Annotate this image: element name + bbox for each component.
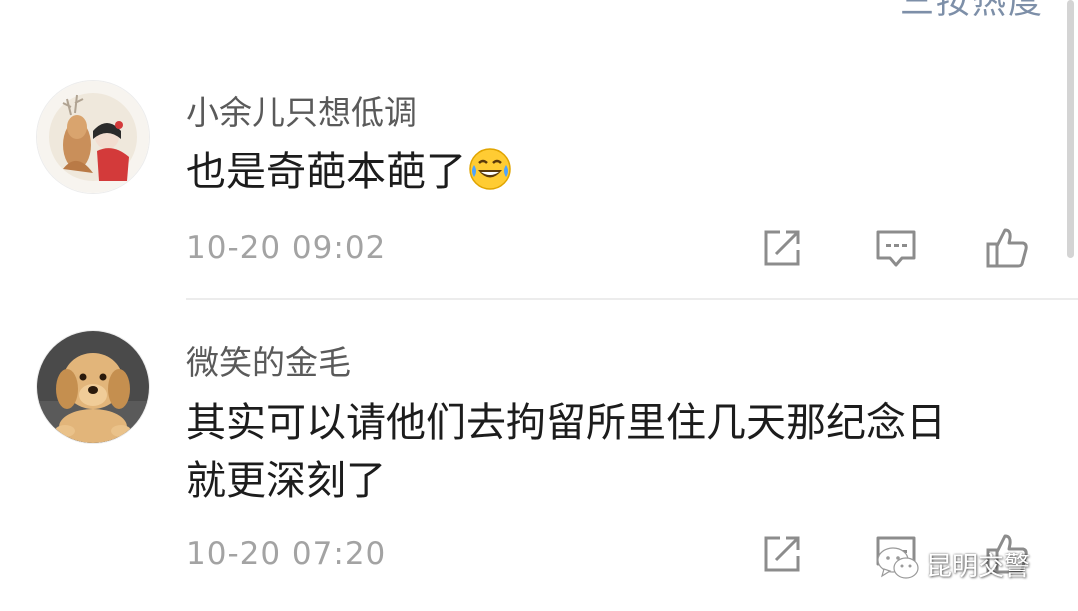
like-button[interactable] — [983, 224, 1031, 272]
avatar-deer-illustration — [37, 81, 149, 193]
comment-text: 其实可以请他们去拘留所里住几天那纪念日 就更深刻了 — [186, 394, 1046, 510]
watermark-text: 昆明交警 — [926, 551, 1031, 582]
wechat-icon — [877, 547, 919, 579]
account-watermark: 昆明交警 — [876, 542, 1030, 586]
share-button[interactable] — [758, 530, 806, 578]
comment-time: 10-20 09:02 — [186, 230, 387, 266]
share-icon — [764, 230, 800, 266]
laughing-crying-emoji-icon — [468, 147, 512, 207]
comment-feed: 三按热度 小余儿只想低调 也是奇葩本葩了 10-20 09:02 微笑的金毛 其… — [0, 0, 1078, 611]
comment-item: 小余儿只想低调 也是奇葩本葩了 10-20 09:02 — [0, 0, 1078, 300]
share-icon — [764, 536, 800, 572]
avatar-golden-retriever — [37, 331, 149, 443]
username[interactable]: 微笑的金毛 — [186, 336, 351, 384]
like-icon — [986, 228, 1028, 268]
comment-text: 也是奇葩本葩了 — [186, 143, 1046, 207]
comment-text-line: 也是奇葩本葩了 — [186, 149, 466, 195]
comment-text-line: 就更深刻了 — [186, 458, 386, 504]
comment-icon — [876, 230, 916, 267]
user-avatar[interactable] — [36, 330, 150, 444]
comment-button[interactable] — [872, 224, 920, 272]
share-button[interactable] — [758, 224, 806, 272]
username[interactable]: 小余儿只想低调 — [186, 86, 417, 134]
user-avatar[interactable] — [36, 80, 150, 194]
comment-time: 10-20 07:20 — [186, 536, 387, 572]
comment-text-line: 其实可以请他们去拘留所里住几天那纪念日 — [186, 400, 946, 446]
